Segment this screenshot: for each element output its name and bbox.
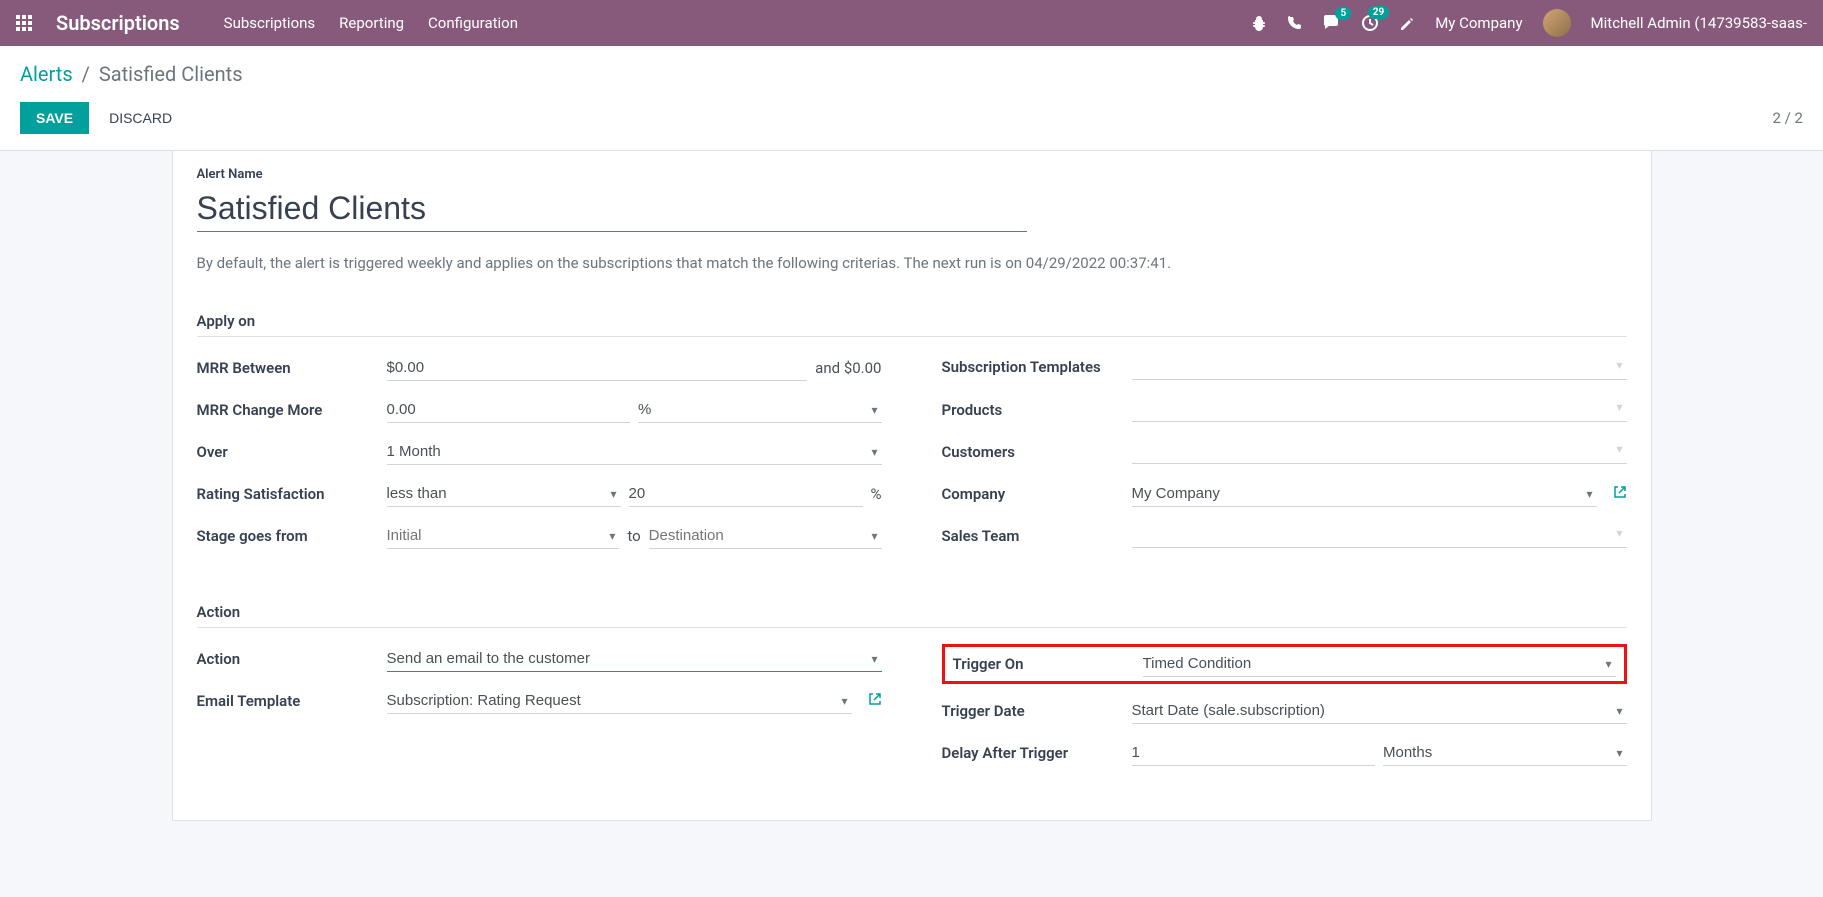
- products-input[interactable]: [1132, 398, 1627, 422]
- trigger-on-label: Trigger On: [953, 655, 1143, 673]
- trigger-on-row: Trigger On: [942, 644, 1627, 684]
- nav-menu: Subscriptions Reporting Configuration: [224, 14, 518, 32]
- alert-name-input[interactable]: [197, 186, 1027, 232]
- alert-name-label: Alert Name: [197, 167, 1627, 182]
- pager[interactable]: 2 / 2: [1773, 109, 1804, 127]
- nav-reporting[interactable]: Reporting: [339, 14, 404, 32]
- stage-to-select[interactable]: [649, 523, 882, 549]
- products-label: Products: [942, 401, 1132, 419]
- customers-label: Customers: [942, 443, 1132, 461]
- over-label: Over: [197, 443, 387, 461]
- sub-templates-label: Subscription Templates: [942, 358, 1132, 378]
- breadcrumb-current: Satisfied Clients: [99, 62, 243, 86]
- company-switcher[interactable]: My Company: [1435, 14, 1522, 32]
- breadcrumb-parent[interactable]: Alerts: [20, 62, 73, 86]
- tools-icon[interactable]: [1399, 15, 1415, 31]
- over-select[interactable]: [387, 439, 882, 465]
- company-label: Company: [942, 485, 1132, 503]
- email-template-select[interactable]: [387, 688, 852, 714]
- phone-icon[interactable]: [1287, 15, 1303, 31]
- nav-configuration[interactable]: Configuration: [428, 14, 518, 32]
- mrr-change-label: MRR Change More: [197, 401, 387, 419]
- delay-unit-select[interactable]: [1383, 740, 1627, 766]
- activities-icon[interactable]: 29: [1361, 14, 1379, 32]
- customers-input[interactable]: [1132, 440, 1627, 464]
- rating-label: Rating Satisfaction: [197, 485, 387, 503]
- external-link-icon[interactable]: [1613, 485, 1627, 503]
- breadcrumb: Alerts / Satisfied Clients: [20, 62, 1803, 86]
- mrr-change-unit-select[interactable]: [638, 397, 882, 423]
- messages-badge: 5: [1335, 7, 1351, 20]
- trigger-on-select[interactable]: [1143, 651, 1616, 677]
- mrr-between-from-input[interactable]: [387, 355, 808, 381]
- external-link-icon[interactable]: [868, 692, 882, 710]
- mrr-and-text: and $0.00: [815, 359, 881, 377]
- avatar[interactable]: [1543, 9, 1571, 37]
- stage-from-select[interactable]: [387, 523, 620, 549]
- activities-badge: 29: [1368, 6, 1389, 19]
- rating-value-input[interactable]: [629, 481, 863, 507]
- delay-value-input[interactable]: [1132, 740, 1376, 766]
- email-template-label: Email Template: [197, 692, 387, 710]
- stage-label: Stage goes from: [197, 527, 387, 545]
- section-apply-on: Apply on: [197, 312, 1627, 337]
- company-select[interactable]: [1132, 481, 1597, 507]
- navbar: Subscriptions Subscriptions Reporting Co…: [0, 0, 1823, 46]
- nav-subscriptions[interactable]: Subscriptions: [224, 14, 315, 32]
- sub-templates-input[interactable]: [1132, 356, 1627, 380]
- sales-team-label: Sales Team: [942, 527, 1132, 545]
- action-bar: SAVE DISCARD 2 / 2: [0, 94, 1823, 151]
- save-button[interactable]: SAVE: [20, 102, 89, 134]
- sales-team-input[interactable]: [1132, 524, 1627, 548]
- mrr-between-label: MRR Between: [197, 359, 387, 377]
- messages-icon[interactable]: 5: [1323, 15, 1341, 31]
- form-sheet: Alert Name By default, the alert is trig…: [172, 151, 1652, 821]
- trigger-date-select[interactable]: [1132, 698, 1627, 724]
- help-text: By default, the alert is triggered weekl…: [197, 254, 1627, 272]
- breadcrumb-bar: Alerts / Satisfied Clients: [0, 46, 1823, 94]
- action-label: Action: [197, 650, 387, 668]
- bug-icon[interactable]: [1251, 15, 1267, 31]
- trigger-date-label: Trigger Date: [942, 702, 1132, 720]
- action-select[interactable]: [387, 646, 882, 672]
- mrr-change-input[interactable]: [387, 397, 631, 423]
- rating-suffix: %: [871, 485, 882, 503]
- apps-icon[interactable]: [16, 15, 32, 31]
- section-action: Action: [197, 603, 1627, 628]
- discard-button[interactable]: DISCARD: [109, 110, 172, 126]
- stage-to-text: to: [627, 527, 640, 545]
- user-menu[interactable]: Mitchell Admin (14739583-saas-: [1591, 14, 1807, 32]
- rating-op-select[interactable]: [387, 481, 621, 507]
- brand-title[interactable]: Subscriptions: [56, 11, 180, 35]
- delay-label: Delay After Trigger: [942, 744, 1132, 762]
